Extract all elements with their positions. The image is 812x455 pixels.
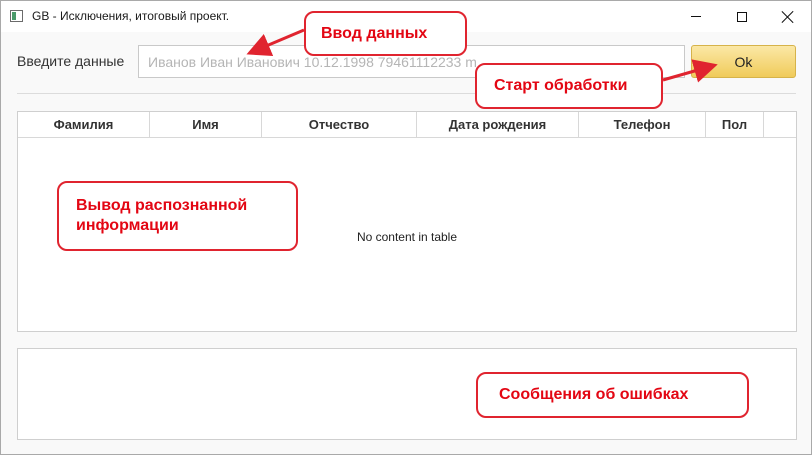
annotation-start-text: Старт обработки — [494, 77, 628, 94]
close-icon — [782, 11, 794, 23]
annotation-output-line1: Вывод распознанной — [76, 197, 248, 214]
close-button[interactable] — [765, 1, 811, 32]
annotation-errors-text: Сообщения об ошибках — [499, 386, 689, 403]
divider — [17, 93, 796, 94]
maximize-icon — [737, 11, 747, 22]
annotation-output: Вывод распознанной информации — [57, 181, 298, 251]
annotation-input-text: Ввод данных — [321, 24, 428, 42]
annotation-output-line2: информации — [76, 217, 179, 234]
annotation-input: Ввод данных — [304, 11, 467, 56]
ok-button[interactable]: Ok — [691, 45, 796, 78]
column-header-name[interactable]: Имя — [150, 112, 262, 137]
column-header-phone[interactable]: Телефон — [579, 112, 706, 137]
column-header-patronymic[interactable]: Отчество — [262, 112, 417, 137]
column-header-gender[interactable]: Пол — [706, 112, 764, 137]
input-label: Введите данные — [17, 53, 125, 69]
column-header-surname[interactable]: Фамилия — [18, 112, 150, 137]
annotation-start: Старт обработки — [475, 63, 663, 109]
minimize-button[interactable] — [673, 1, 719, 32]
column-header-birthdate[interactable]: Дата рождения — [417, 112, 579, 137]
app-icon — [10, 10, 23, 22]
annotation-errors: Сообщения об ошибках — [476, 372, 749, 418]
minimize-icon — [691, 16, 701, 17]
table-header: Фамилия Имя Отчество Дата рождения Телеф… — [18, 112, 796, 138]
window-title: GB - Исключения, итоговый проект. — [32, 9, 230, 23]
maximize-button[interactable] — [719, 1, 765, 32]
